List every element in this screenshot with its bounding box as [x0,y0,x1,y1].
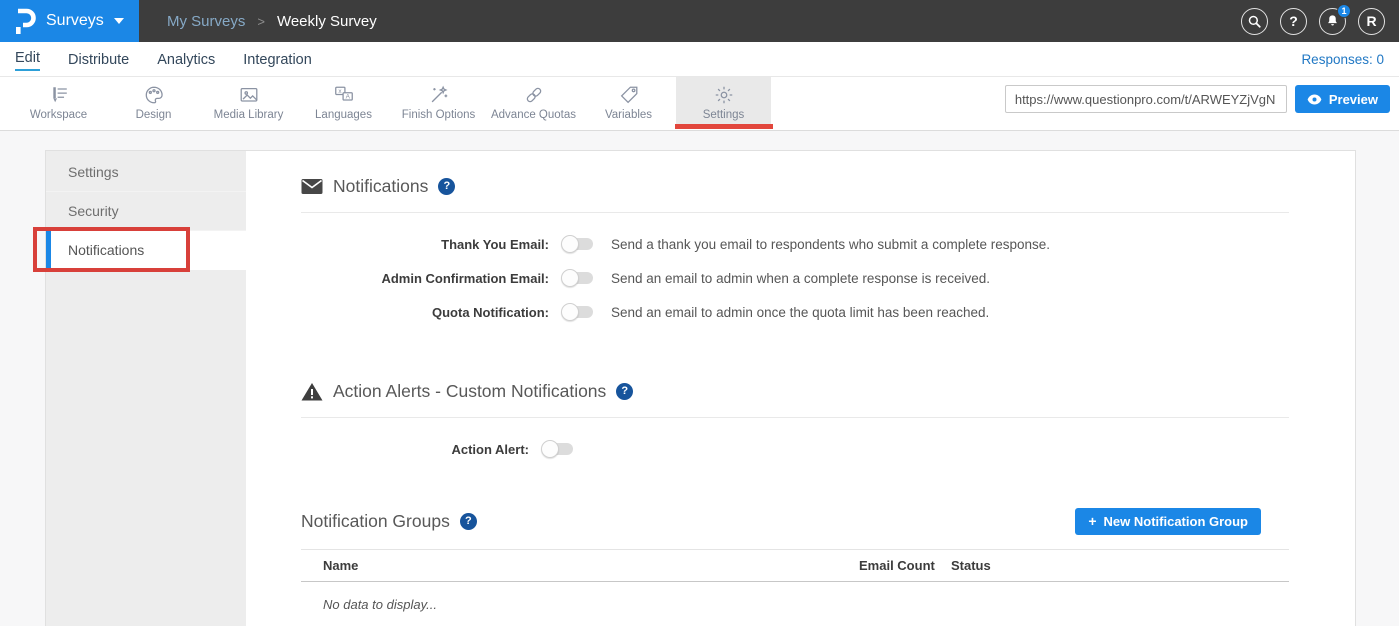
survey-nav-tabs: Edit Distribute Analytics Integration Re… [0,42,1399,77]
media-library-icon [238,84,260,106]
help-icon[interactable]: ? [438,178,455,195]
finish-options-wand-icon [428,84,450,106]
settings-card: Settings Security Notifications Notifica… [45,150,1356,626]
settings-gear-icon [713,84,735,106]
eye-icon [1307,94,1322,105]
toggle-row-action-alert: Action Alert: [301,437,1289,461]
help-icon[interactable]: ? [460,513,477,530]
workspace-icon [48,84,70,106]
section-title-notification-groups: Notification Groups [301,511,450,532]
tab-edit[interactable]: Edit [15,48,40,71]
divider [301,417,1289,418]
help-button[interactable]: ? [1280,8,1307,35]
warning-triangle-icon [301,382,323,401]
preview-button[interactable]: Preview [1295,85,1390,113]
questionpro-logo-icon [14,8,36,34]
tab-integration[interactable]: Integration [243,50,312,68]
topbar-actions: ? 1 R [1241,8,1399,35]
toolbar-item-languages[interactable]: x A Languages [296,77,391,126]
advance-quotas-link-icon [523,84,545,106]
notifications-panel: Notifications ? Thank You Email: Send a … [246,151,1355,626]
avatar-initial: R [1366,13,1376,29]
toolbar-item-settings[interactable]: Settings [676,77,771,126]
tab-analytics[interactable]: Analytics [157,50,215,68]
envelope-icon [301,178,323,195]
notification-count-badge: 1 [1337,4,1351,18]
toolbar-item-design[interactable]: Design [106,77,201,126]
toggle-row-quota-notification: Quota Notification: Send an email to adm… [301,300,1289,324]
design-palette-icon [143,84,165,106]
thank-you-email-toggle[interactable] [562,238,593,250]
toolbar-item-workspace[interactable]: Workspace [11,77,106,126]
quota-notification-toggle[interactable] [562,306,593,318]
sidebar-item-security[interactable]: Security [46,192,246,231]
chevron-down-icon [114,18,124,24]
survey-link-area: Preview [1005,85,1399,113]
toolbar-item-advance-quotas[interactable]: Advance Quotas [486,77,581,126]
action-alert-toggle[interactable] [542,443,573,455]
survey-url-input[interactable] [1005,85,1287,113]
notification-groups-table-header: Name Email Count Status [301,549,1289,582]
new-notification-group-button[interactable]: + New Notification Group [1075,508,1261,535]
settings-sidebar: Settings Security Notifications [46,151,246,626]
search-icon [1247,14,1262,29]
divider [301,212,1289,213]
user-avatar[interactable]: R [1358,8,1385,35]
edit-toolbar: Workspace Design Media Library x A Langu… [0,77,1399,131]
search-button[interactable] [1241,8,1268,35]
surveys-product-menu[interactable]: Surveys [0,0,139,42]
section-title-notifications: Notifications [333,176,428,197]
product-menu-label: Surveys [46,12,104,30]
toolbar-item-media-library[interactable]: Media Library [201,77,296,126]
admin-confirmation-email-toggle[interactable] [562,272,593,284]
column-header-name: Name [301,558,859,573]
toolbar-item-finish-options[interactable]: Finish Options [391,77,486,126]
svg-text:A: A [345,94,350,101]
table-empty-message: No data to display... [301,582,1289,612]
notifications-button[interactable]: 1 [1319,8,1346,35]
sidebar-item-settings[interactable]: Settings [46,153,246,192]
notifications-section-heading: Notifications ? [301,173,1289,199]
section-title-action-alerts: Action Alerts - Custom Notifications [333,381,606,402]
responses-count[interactable]: Responses: 0 [1301,52,1384,67]
breadcrumb-separator: > [257,14,265,29]
top-bar: Surveys My Surveys > Weekly Survey ? 1 R [0,0,1399,42]
breadcrumb-my-surveys[interactable]: My Surveys [167,13,245,30]
breadcrumb-current-survey: Weekly Survey [277,13,377,30]
toolbar-item-variables[interactable]: Variables [581,77,676,126]
question-mark-icon: ? [1289,13,1298,29]
toggle-row-admin-confirmation-email: Admin Confirmation Email: Send an email … [301,266,1289,290]
tab-distribute[interactable]: Distribute [68,50,129,68]
variables-tag-icon [618,84,640,106]
breadcrumb: My Surveys > Weekly Survey [167,13,377,30]
column-header-email-count: Email Count [859,558,951,573]
plus-icon: + [1088,513,1096,529]
action-alerts-section-heading: Action Alerts - Custom Notifications ? [301,378,1289,404]
languages-icon: x A [333,84,355,106]
toggle-row-thank-you-email: Thank You Email: Send a thank you email … [301,232,1289,256]
help-icon[interactable]: ? [616,383,633,400]
sidebar-item-notifications[interactable]: Notifications [46,231,246,270]
column-header-status: Status [951,558,1289,573]
notification-groups-heading: Notification Groups ? + New Notification… [301,507,1289,535]
